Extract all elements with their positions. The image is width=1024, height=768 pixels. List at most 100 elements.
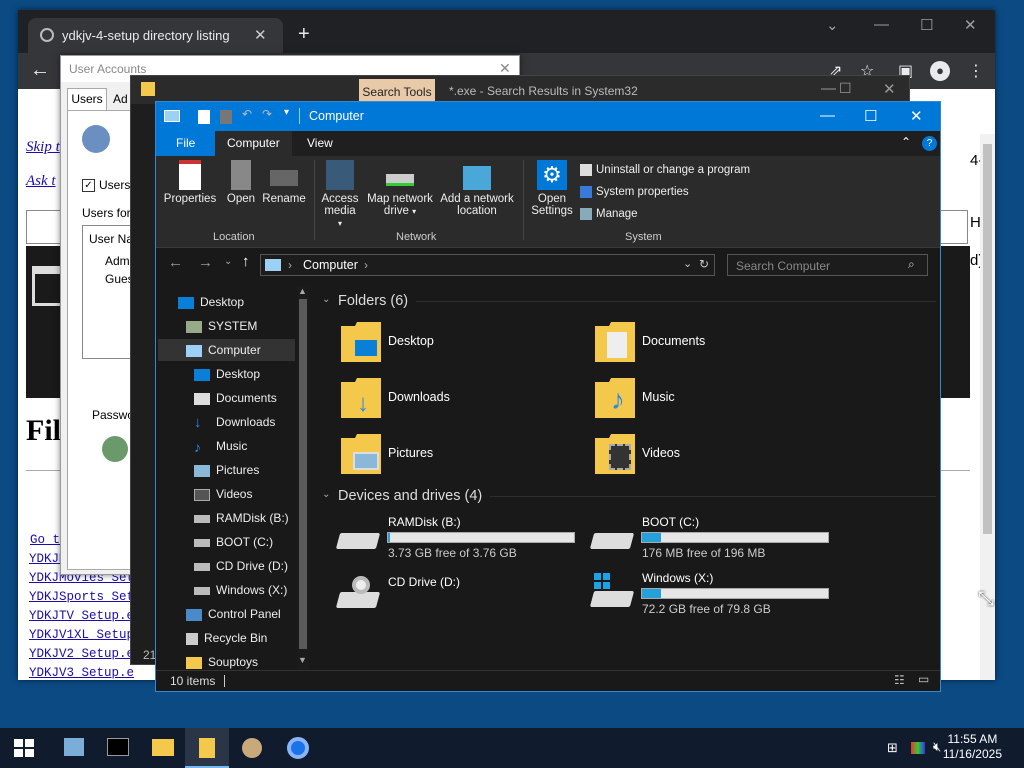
access-media-button[interactable]: Access media ▾ bbox=[318, 160, 362, 229]
drive-cd[interactable]: CD Drive (D:) bbox=[335, 572, 586, 620]
file-link[interactable]: YDKJTV_Setup.e bbox=[29, 609, 134, 623]
search-input[interactable]: Search Computer ⌕ bbox=[727, 254, 928, 276]
scroll-down-icon[interactable]: ▼ bbox=[298, 655, 307, 665]
rename-button[interactable]: Rename bbox=[262, 160, 306, 205]
close-button[interactable]: ✕ bbox=[883, 80, 896, 98]
nav-item-boot[interactable]: BOOT (C:) bbox=[194, 531, 273, 553]
close-button[interactable]: ✕ bbox=[910, 107, 923, 125]
nav-item-recycle-bin[interactable]: Recycle Bin bbox=[186, 627, 267, 649]
properties-qa-icon[interactable] bbox=[198, 110, 210, 124]
map-drive-button[interactable]: Map network drive ▾ bbox=[364, 160, 436, 217]
minimize-button[interactable]: — bbox=[874, 16, 889, 33]
taskbar-app-explorer[interactable] bbox=[141, 728, 185, 768]
large-icons-view-icon[interactable]: ▭ bbox=[918, 672, 929, 686]
recent-chevron-icon[interactable]: ⌄ bbox=[224, 256, 232, 267]
nav-item-control-panel[interactable]: Control Panel bbox=[186, 603, 281, 625]
goto-link[interactable]: Go t bbox=[30, 533, 60, 547]
nav-item-system[interactable]: SYSTEM bbox=[186, 315, 257, 337]
scroll-up-icon[interactable]: ▲ bbox=[298, 286, 307, 296]
tab-computer[interactable]: Computer bbox=[215, 131, 292, 156]
nav-item-computer[interactable]: Computer bbox=[158, 339, 295, 361]
list-item[interactable]: Adm bbox=[105, 254, 130, 268]
add-location-button[interactable]: Add a network location bbox=[438, 160, 516, 217]
nav-item-downloads[interactable]: ↓ Downloads bbox=[194, 411, 275, 433]
clock[interactable]: 11:55 AM 11/16/2025 bbox=[943, 732, 1002, 762]
drive-ramdisk[interactable]: RAMDisk (B:) 3.73 GB free of 3.76 GB bbox=[335, 515, 586, 563]
browser-tab[interactable]: ydkjv-4-setup directory listing ✕ bbox=[28, 18, 283, 53]
display-tray-icon[interactable] bbox=[911, 742, 925, 754]
details-view-icon[interactable]: ☷ bbox=[894, 673, 905, 687]
maximize-button[interactable]: ☐ bbox=[839, 80, 852, 97]
address-bar[interactable]: › Computer › ⌄ ↻ bbox=[260, 254, 715, 276]
collapse-ribbon-icon[interactable]: ⌃ bbox=[901, 135, 911, 149]
taskbar-app-explorer-active[interactable] bbox=[185, 728, 229, 768]
close-tab-icon[interactable]: ✕ bbox=[254, 26, 267, 44]
system-properties-button[interactable]: System properties bbox=[580, 186, 689, 198]
nav-item-music[interactable]: ♪ Music bbox=[194, 435, 247, 457]
folder-downloads[interactable]: ↓ Downloads bbox=[341, 378, 591, 422]
taskbar-app-terminal[interactable] bbox=[96, 728, 140, 768]
ask-link[interactable]: Ask t bbox=[26, 173, 56, 190]
up-arrow-icon[interactable]: ↑ bbox=[242, 253, 250, 270]
properties-button[interactable]: Properties bbox=[162, 160, 218, 205]
tab-users[interactable]: Users bbox=[67, 88, 107, 110]
nav-item-desktop[interactable]: Desktop bbox=[178, 291, 244, 313]
maximize-button[interactable]: ☐ bbox=[864, 107, 877, 125]
qa-dropdown-icon[interactable]: ▾ bbox=[284, 107, 289, 118]
tab-advanced[interactable]: Ad bbox=[113, 92, 128, 106]
drive-windows[interactable]: Windows (X:) 72.2 GB free of 79.8 GB bbox=[589, 571, 840, 619]
drive-boot[interactable]: BOOT (C:) 176 MB free of 196 MB bbox=[589, 515, 840, 563]
folder-pictures[interactable]: Pictures bbox=[341, 434, 591, 478]
skip-link[interactable]: Skip t bbox=[26, 139, 60, 156]
nav-item-windows[interactable]: Windows (X:) bbox=[194, 579, 287, 601]
profile-icon[interactable]: ● bbox=[930, 61, 950, 81]
network-tray-icon[interactable]: ⊞ bbox=[887, 740, 898, 756]
taskbar-app-users[interactable] bbox=[230, 728, 274, 768]
back-arrow-icon[interactable]: ← bbox=[30, 59, 50, 82]
uninstall-button[interactable]: Uninstall or change a program bbox=[580, 164, 750, 176]
folder-desktop[interactable]: Desktop bbox=[341, 322, 591, 366]
minimize-button[interactable]: — bbox=[821, 80, 836, 97]
file-link[interactable]: YDKJSports_Set bbox=[29, 590, 134, 604]
redo-icon[interactable]: ↷ bbox=[262, 107, 272, 121]
newfolder-qa-icon[interactable] bbox=[220, 110, 232, 124]
address-dropdown-icon[interactable]: ⌄ bbox=[683, 257, 692, 270]
tab-file[interactable]: File bbox=[156, 131, 216, 156]
collapse-chevron-icon[interactable]: ⌄ bbox=[322, 489, 330, 500]
open-settings-button[interactable]: ⚙ Open Settings bbox=[528, 160, 576, 217]
file-link[interactable]: YDKJV2_Setup.e bbox=[29, 647, 134, 661]
folder-videos[interactable]: Videos bbox=[595, 434, 845, 478]
nav-scroll-thumb[interactable] bbox=[299, 299, 307, 649]
file-link[interactable]: YDKJV3_Setup.e bbox=[29, 666, 134, 680]
new-tab-button[interactable]: + bbox=[298, 24, 310, 44]
nav-item-documents[interactable]: Documents bbox=[194, 387, 277, 409]
nav-item-cd-drive[interactable]: CD Drive (D:) bbox=[194, 555, 288, 577]
back-arrow-icon[interactable]: ← bbox=[168, 254, 183, 271]
minimize-button[interactable]: — bbox=[820, 107, 835, 124]
undo-icon[interactable]: ↶ bbox=[242, 107, 252, 121]
users-checkbox[interactable]: ✓ bbox=[82, 179, 95, 192]
refresh-icon[interactable]: ↻ bbox=[699, 257, 709, 271]
nav-item-pictures[interactable]: Pictures bbox=[194, 459, 259, 481]
taskbar-app-network[interactable] bbox=[52, 728, 96, 768]
forward-arrow-icon[interactable]: → bbox=[198, 254, 213, 271]
maximize-button[interactable]: ☐ bbox=[920, 16, 933, 34]
scroll-thumb[interactable] bbox=[983, 144, 992, 534]
speaker-muted-icon[interactable]: 🔇︎ bbox=[933, 739, 941, 755]
folder-documents[interactable]: Documents bbox=[595, 322, 845, 366]
nav-item-desktop[interactable]: Desktop bbox=[194, 363, 260, 385]
manage-button[interactable]: Manage bbox=[580, 208, 638, 220]
help-icon[interactable]: ? bbox=[922, 136, 937, 151]
taskbar-app-chrome[interactable] bbox=[276, 728, 320, 768]
breadcrumb[interactable]: Computer bbox=[303, 258, 358, 272]
tab-view[interactable]: View bbox=[295, 131, 345, 156]
close-button[interactable]: ✕ bbox=[964, 16, 977, 34]
nav-item-ramdisk[interactable]: RAMDisk (B:) bbox=[194, 507, 289, 529]
collapse-chevron-icon[interactable]: ⌄ bbox=[322, 294, 330, 305]
menu-icon[interactable]: ⋮ bbox=[968, 61, 984, 81]
start-button[interactable] bbox=[2, 728, 46, 768]
open-button[interactable]: Open bbox=[222, 160, 260, 205]
folder-music[interactable]: ♪ Music bbox=[595, 378, 845, 422]
chevron-down-icon[interactable]: ⌄ bbox=[826, 16, 839, 34]
nav-item-videos[interactable]: Videos bbox=[194, 483, 252, 505]
